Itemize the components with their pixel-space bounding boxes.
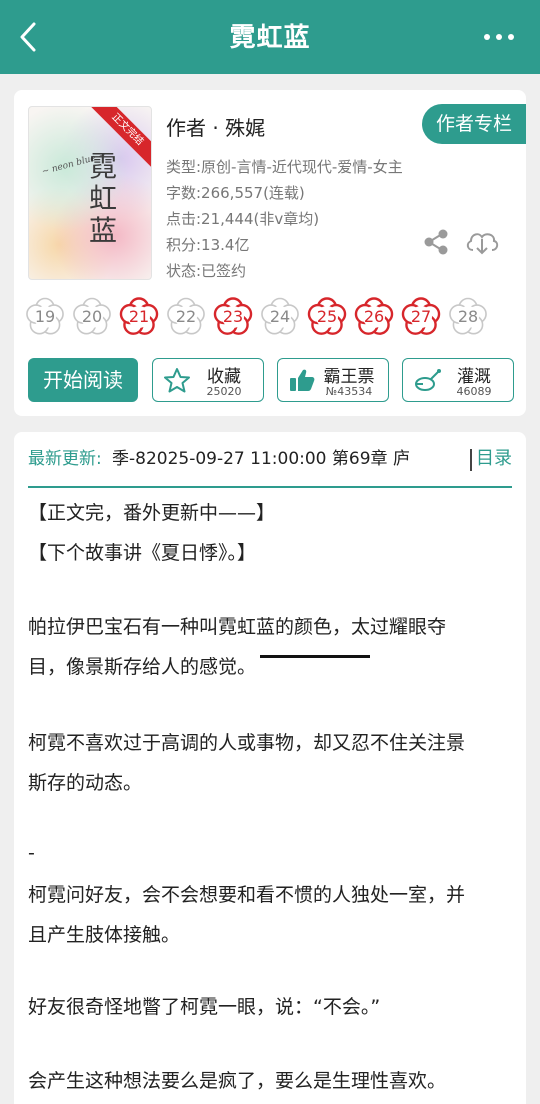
star-icon xyxy=(164,368,190,393)
more-dots-icon xyxy=(484,34,490,40)
collect-count: 25020 xyxy=(206,385,242,398)
flower-day: 28 xyxy=(447,296,489,338)
synopsis-line: 且产生肢体接触。 xyxy=(28,924,181,946)
points: 积分:13.4亿 xyxy=(166,236,250,254)
book-type: 类型:原创-言情-近代现代-爱情-女主 xyxy=(166,158,403,176)
flower-day-label: 23 xyxy=(222,307,244,326)
sign-status: 状态:已签约 xyxy=(166,262,247,280)
ticket-count: №43534 xyxy=(325,385,373,398)
synopsis-line: 帕拉伊巴宝石有一种叫霓虹蓝的颜色，太过耀眼夺 xyxy=(28,616,447,638)
collect-label: 收藏 xyxy=(207,367,241,387)
flower-day: 23 xyxy=(212,296,254,338)
flower-day-label: 19 xyxy=(34,307,56,326)
water-button[interactable]: 灌溉 46089 xyxy=(402,358,514,402)
flower-day-label: 22 xyxy=(175,307,197,326)
action-row: 开始阅读 收藏 25020 霸王票 №43534 灌溉 46089 xyxy=(28,358,514,404)
flower-day-label: 27 xyxy=(410,307,432,326)
flower-calendar: 19 20 21 22 23 24 25 26 27 28 xyxy=(24,296,524,338)
overlay-bar xyxy=(260,655,370,658)
synopsis-line: 柯霓不喜欢过于高调的人或事物，却又忍不住关注景 xyxy=(28,732,466,754)
ticket-label: 霸王票 xyxy=(323,367,375,387)
synopsis-line: 好友很奇怪地瞥了柯霓一眼，说：“不会。” xyxy=(28,996,381,1018)
author-name[interactable]: 作者 · 殊娓 xyxy=(166,112,265,141)
divider xyxy=(470,449,472,471)
start-reading-button[interactable]: 开始阅读 xyxy=(28,358,138,402)
content-card: 最新更新: 季-82025-09-27 11:00:00 第69章 庐 目录 【… xyxy=(14,432,526,1104)
book-info-card: ~ neon blue ~ 霓虹蓝 正文完结 作者 · 殊娓 作者专栏 类型:原… xyxy=(14,90,526,416)
collect-button[interactable]: 收藏 25020 xyxy=(152,358,264,402)
cover-title: 霓虹蓝 xyxy=(89,150,118,247)
word-count: 字数:266,557(连载) xyxy=(166,184,305,202)
thumbs-up-icon xyxy=(290,369,315,391)
flower-day-label: 21 xyxy=(128,307,150,326)
flower-day-label: 26 xyxy=(363,307,385,326)
flower-day-label: 28 xyxy=(457,307,479,326)
flower-day-label: 24 xyxy=(269,307,291,326)
cloud-download-icon[interactable] xyxy=(464,226,500,258)
page-title: 霓虹蓝 xyxy=(229,23,311,53)
synopsis-line: - xyxy=(28,842,35,864)
synopsis-line: 【下个故事讲《夏日悸》。】 xyxy=(28,542,257,564)
share-icon[interactable] xyxy=(422,228,450,256)
synopsis-line: 柯霓问好友，会不会想要和看不惯的人独处一室，并 xyxy=(28,884,466,906)
water-label: 灌溉 xyxy=(457,367,491,387)
flower-day: 27 xyxy=(400,296,442,338)
ticket-button[interactable]: 霸王票 №43534 xyxy=(277,358,389,402)
latest-update-label: 最新更新: xyxy=(28,449,102,469)
flower-day: 24 xyxy=(259,296,301,338)
latest-update-text[interactable]: 季-82025-09-27 11:00:00 第69章 庐 xyxy=(112,446,458,472)
flower-day-label: 25 xyxy=(316,307,338,326)
flower-day: 22 xyxy=(165,296,207,338)
more-button[interactable] xyxy=(484,28,516,46)
flower-day: 19 xyxy=(24,296,66,338)
synopsis-line: 会产生这种想法要么是疯了，要么是生理性喜欢。 xyxy=(28,1070,447,1092)
book-cover[interactable]: ~ neon blue ~ 霓虹蓝 正文完结 xyxy=(28,106,152,280)
flower-day-label: 20 xyxy=(81,307,103,326)
author-column-button[interactable]: 作者专栏 xyxy=(422,104,526,144)
synopsis-line: 斯存的动态。 xyxy=(28,772,143,794)
synopsis-line: 目，像景斯存给人的感觉。 xyxy=(28,656,257,678)
flower-day: 25 xyxy=(306,296,348,338)
flower-day: 26 xyxy=(353,296,395,338)
synopsis-line: 【正文完，番外更新中——】 xyxy=(28,502,276,524)
latest-update-row[interactable]: 最新更新: 季-82025-09-27 11:00:00 第69章 庐 目录 xyxy=(28,446,512,488)
water-count: 46089 xyxy=(456,385,492,398)
click-count: 点击:21,444(非v章均) xyxy=(166,210,320,228)
watering-can-icon xyxy=(415,369,441,391)
table-of-contents-link[interactable]: 目录 xyxy=(476,446,512,472)
flower-day: 20 xyxy=(71,296,113,338)
top-bar: 霓虹蓝 xyxy=(0,0,540,74)
flower-day: 21 xyxy=(118,296,160,338)
